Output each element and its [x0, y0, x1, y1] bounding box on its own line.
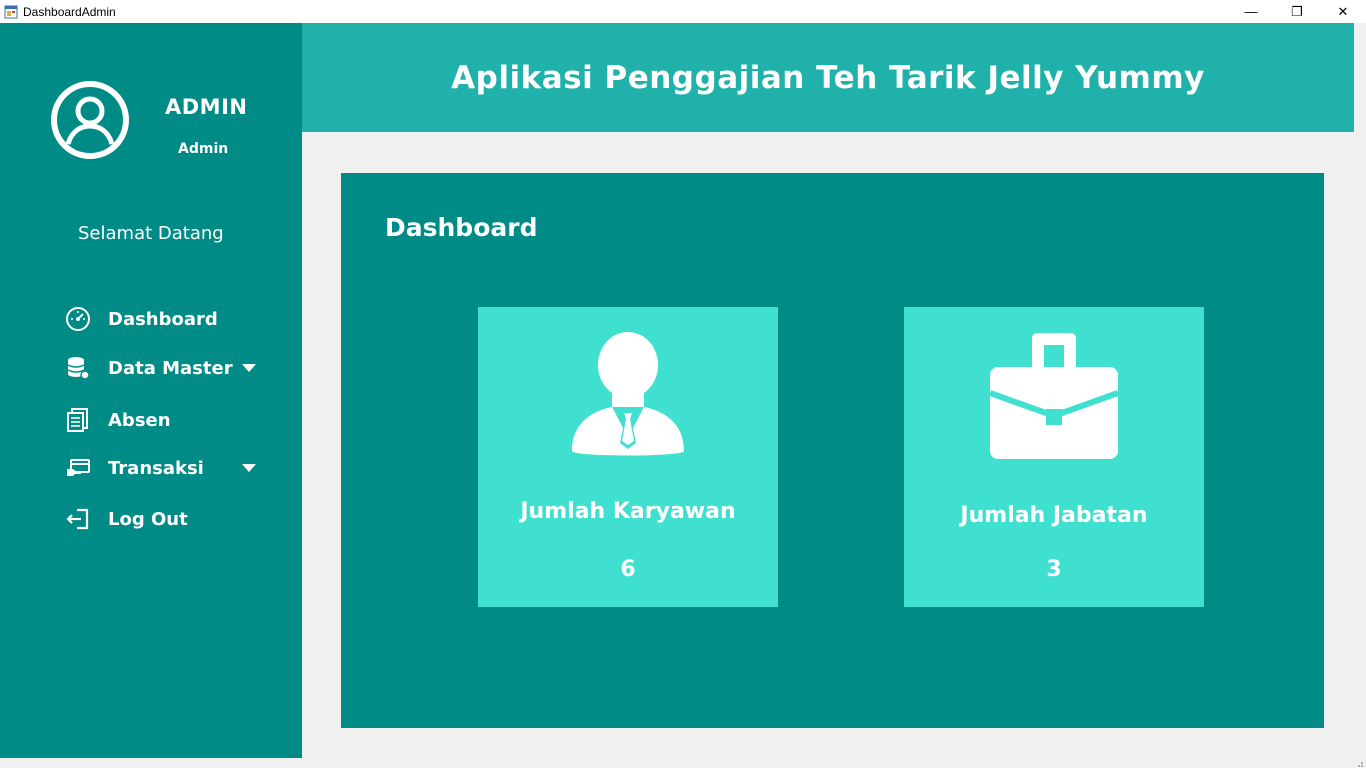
sidebar-item-transaksi[interactable]: Transaksi: [64, 452, 274, 484]
database-icon: [64, 354, 92, 382]
documents-icon: [64, 406, 92, 434]
card-jumlah-karyawan[interactable]: Jumlah Karyawan 6: [478, 307, 778, 607]
user-avatar-icon: [50, 80, 130, 160]
welcome-text: Selamat Datang: [78, 223, 224, 244]
card-jumlah-jabatan[interactable]: Jumlah Jabatan 3: [904, 307, 1204, 607]
dashboard-panel: Dashboard Jumlah Karyawan 6 Jumlah Jabat…: [341, 173, 1324, 728]
header: Aplikasi Penggajian Teh Tarik Jelly Yumm…: [302, 23, 1354, 132]
sidebar-item-dashboard[interactable]: Dashboard: [64, 303, 274, 335]
card-label: Jumlah Jabatan: [960, 503, 1148, 528]
app-icon: [4, 5, 18, 19]
sidebar-item-label: Absen: [108, 409, 171, 431]
card-value: 6: [620, 557, 636, 582]
logout-icon: [64, 505, 92, 533]
minimize-button[interactable]: —: [1228, 0, 1274, 23]
sidebar-item-label: Log Out: [108, 508, 188, 530]
page-title: Dashboard: [385, 213, 538, 242]
briefcase-icon: [988, 331, 1120, 459]
sidebar-item-absen[interactable]: Absen: [64, 404, 274, 436]
sidebar-item-data-master[interactable]: Data Master: [64, 352, 274, 384]
window-controls: — ❐ ✕: [1228, 0, 1366, 23]
close-button[interactable]: ✕: [1320, 0, 1366, 23]
sidebar-item-label: Data Master: [108, 357, 233, 379]
sidebar-item-label: Dashboard: [108, 308, 218, 330]
sidebar-item-log-out[interactable]: Log Out: [64, 503, 274, 535]
app-title: Aplikasi Penggajian Teh Tarik Jelly Yumm…: [451, 59, 1205, 96]
chevron-down-icon[interactable]: [242, 464, 256, 472]
employee-icon: [572, 331, 684, 459]
user-role: Admin: [178, 141, 229, 157]
sidebar-item-label: Transaksi: [108, 457, 204, 479]
maximize-button[interactable]: ❐: [1274, 0, 1320, 23]
window-titlebar: DashboardAdmin — ❐ ✕: [0, 0, 1366, 23]
sidebar: ADMIN Admin Selamat Datang Dashboard Dat…: [0, 23, 302, 758]
window-title: DashboardAdmin: [23, 4, 116, 19]
chevron-down-icon[interactable]: [242, 364, 256, 372]
user-name: ADMIN: [165, 95, 248, 119]
resize-grip-icon[interactable]: [1354, 756, 1364, 767]
card-label: Jumlah Karyawan: [520, 499, 736, 524]
speedometer-icon: [64, 305, 92, 333]
payment-card-icon: [64, 454, 92, 482]
card-value: 3: [1046, 557, 1062, 582]
